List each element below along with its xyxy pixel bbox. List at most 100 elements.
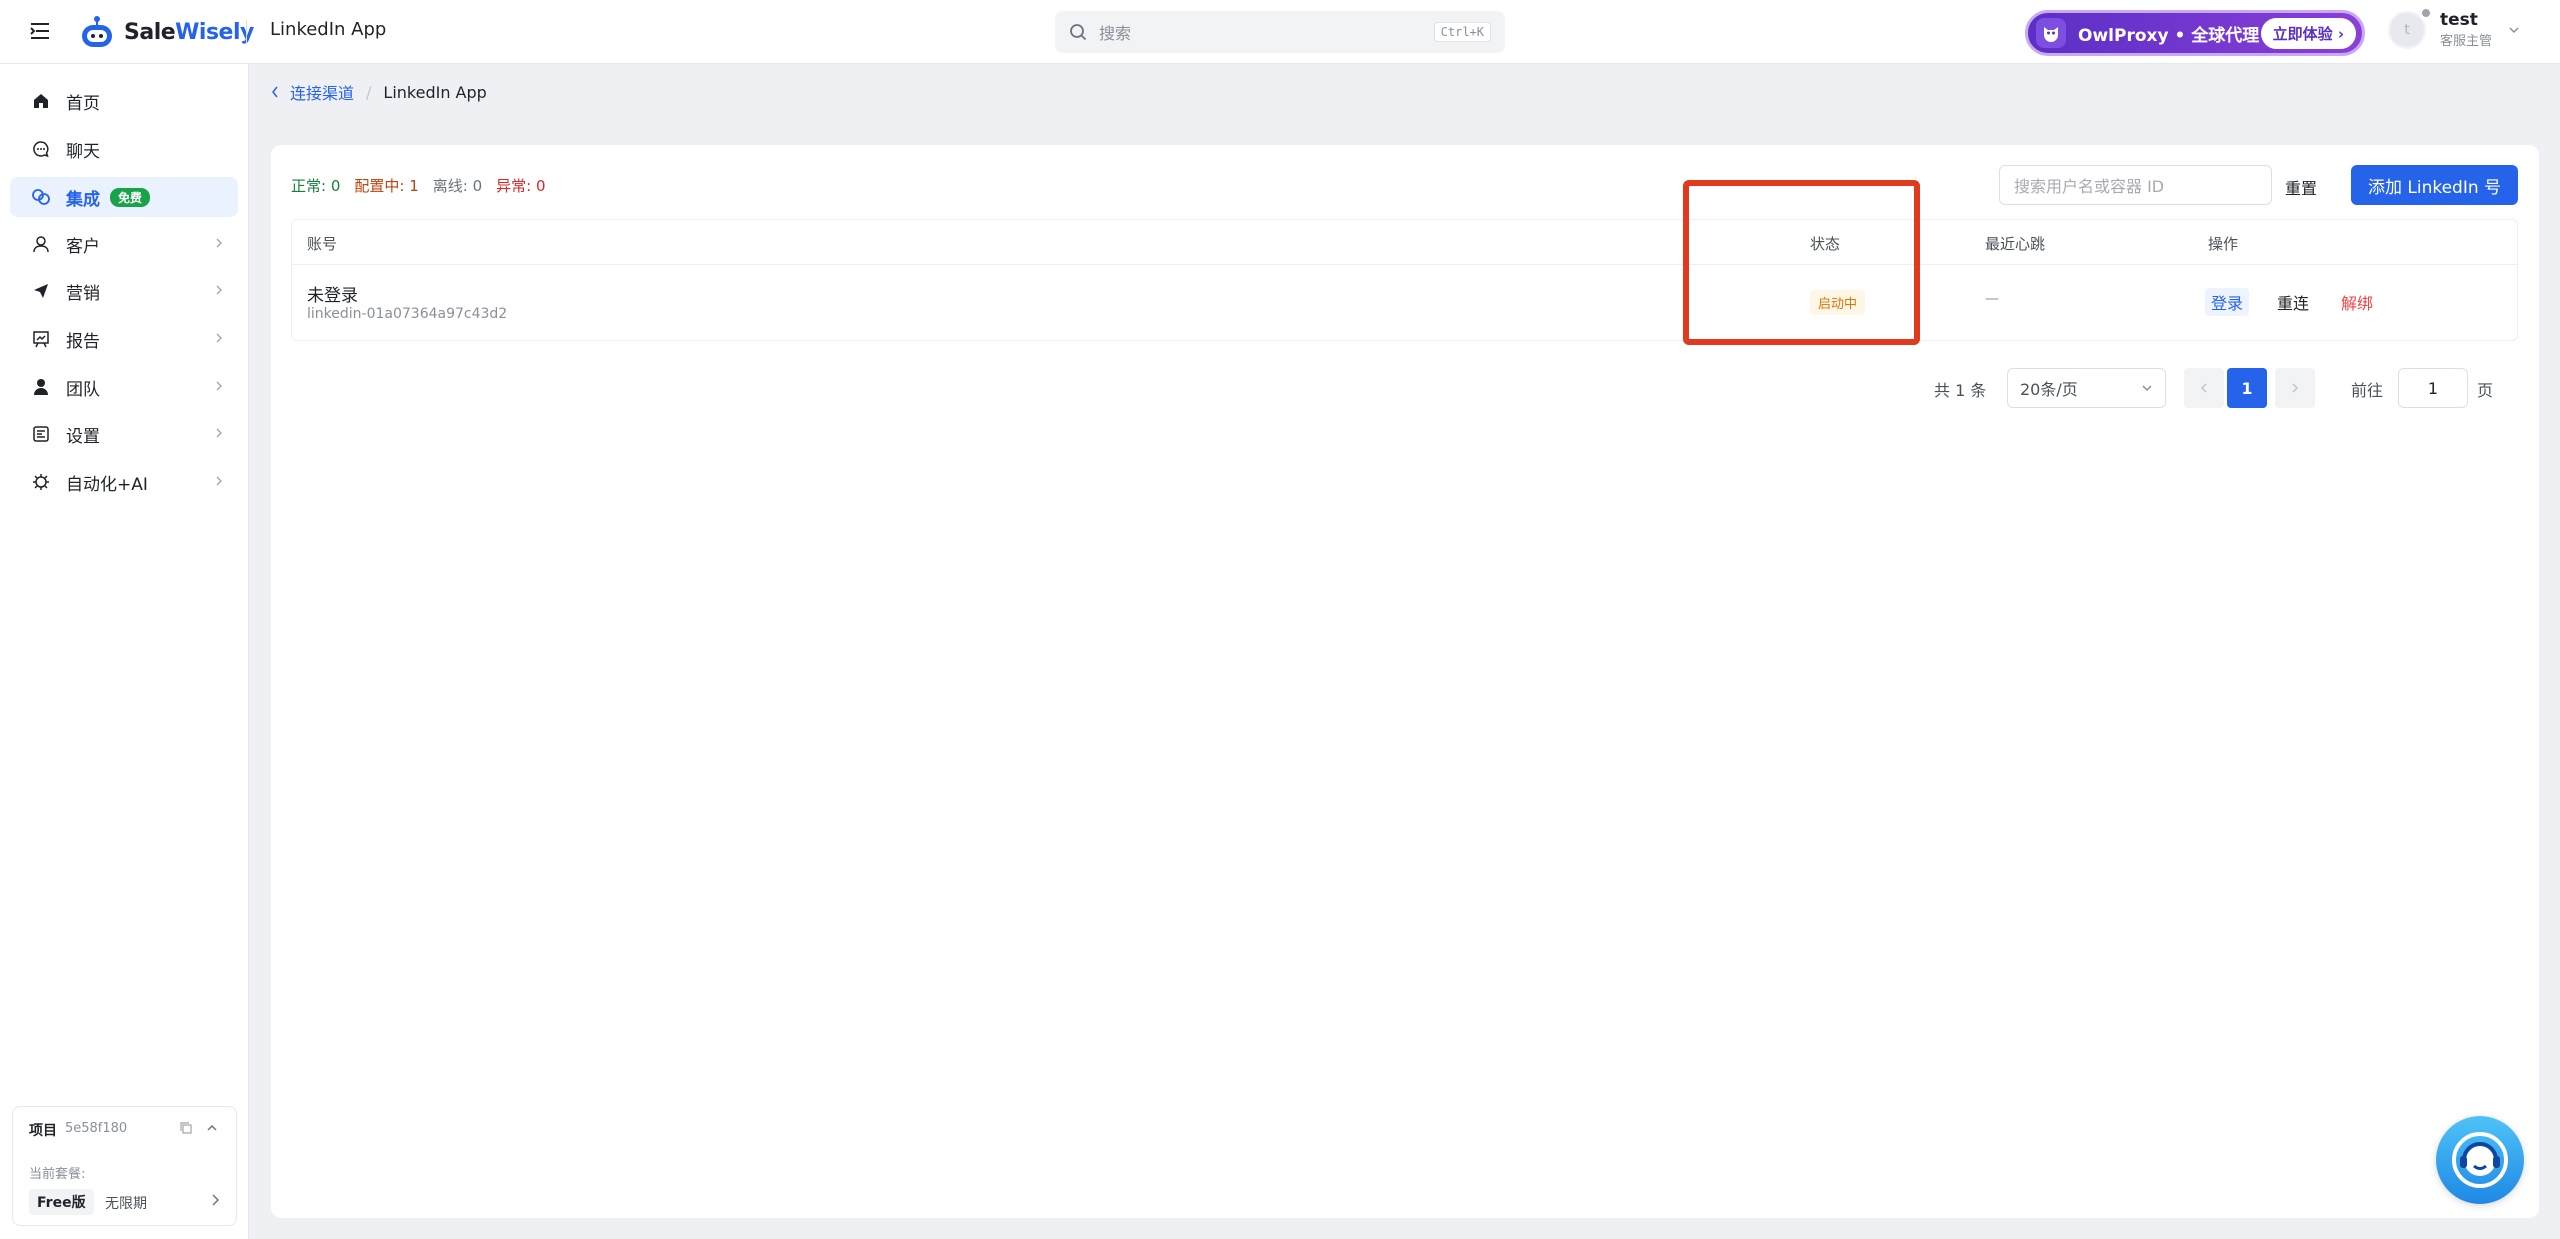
copy-icon[interactable] [179,1121,193,1135]
sidebar-item-label: 聊天 [66,141,100,162]
user-menu[interactable]: t test 客服主管 [2388,8,2520,49]
team-icon [30,376,52,398]
chevron-left-icon[interactable] [270,85,280,99]
free-badge: 免费 [110,187,151,207]
chevron-down-icon [2142,385,2152,392]
sidebar-item-settings[interactable]: 设置 [10,414,238,454]
menu-toggle-icon[interactable] [29,20,51,42]
sidebar-item-label: 设置 [66,426,100,447]
breadcrumb-separator: / [366,82,372,102]
stat-configuring: 配置中: 1 [354,177,419,195]
stat-error: 异常: 0 [496,177,546,195]
chevron-right-icon [2292,383,2299,393]
integration-icon [30,186,52,208]
chevron-right-icon [216,381,222,391]
breadcrumb-current: LinkedIn App [383,82,487,102]
headset-icon [2452,1132,2508,1188]
sidebar-item-customers[interactable]: 客户 [10,224,238,264]
chevron-left-icon [2200,383,2207,393]
page-size-select[interactable]: 20条/页 [2007,368,2166,408]
chevron-up-icon[interactable] [205,1121,219,1135]
brand-name: SaleWisely [124,19,254,45]
user-icon [30,233,52,255]
chip-icon [30,471,52,493]
sidebar-item-chat[interactable]: 聊天 [10,129,238,169]
owl-icon [2036,18,2066,48]
chevron-right-icon [216,285,222,295]
chevron-right-icon[interactable] [209,1193,221,1207]
unbind-button[interactable]: 解绑 [2341,290,2373,314]
brand-logo[interactable]: SaleWisely [78,14,254,50]
stat-offline: 离线: 0 [432,177,483,195]
chat-icon [30,138,52,160]
report-icon [30,328,52,350]
user-role: 客服主管 [2440,34,2493,49]
sidebar-item-label: 报告 [66,331,100,352]
status-dot [2422,8,2430,17]
chevron-right-icon [216,333,222,343]
sidebar-item-automation[interactable]: 自动化+AI [10,462,238,502]
next-page-button[interactable] [2275,368,2315,408]
breadcrumb: 连接渠道 / LinkedIn App [270,80,487,104]
sidebar-item-label: 集成 [66,189,100,210]
global-search[interactable]: 搜索 Ctrl+K [1055,11,1505,53]
table-header: 账号 状态 最近心跳 操作 [292,220,2517,265]
total-count: 共 1 条 [1934,381,1987,400]
sidebar-item-home[interactable]: 首页 [10,81,238,121]
breadcrumb-link[interactable]: 连接渠道 [290,80,354,104]
goto-label: 前往 [2351,381,2384,400]
sidebar: 首页 聊天 集成 免费 客户 营销 报告 团队 设置 自动化+AI 项目 5e5… [0,64,249,1239]
sidebar-item-reports[interactable]: 报告 [10,319,238,359]
promo-text: OwlProxy • 全球代理 [2078,25,2260,46]
sidebar-item-marketing[interactable]: 营销 [10,271,238,311]
chevron-right-icon [216,238,222,248]
status-summary: 正常: 0 配置中: 1 离线: 0 异常: 0 [291,175,546,196]
plan-term: 无限期 [105,1196,147,1212]
table-row: 未登录 linkedin-01a07364a97c43d2 启动中 — 登录 重… [292,265,2517,341]
search-icon [1070,24,1087,41]
settings-icon [30,423,52,445]
send-icon [30,280,52,302]
reconnect-button[interactable]: 重连 [2277,290,2309,314]
account-id: linkedin-01a07364a97c43d2 [307,306,508,322]
column-header: 账号 [307,235,338,253]
sidebar-item-team[interactable]: 团队 [10,367,238,407]
prev-page-button[interactable] [2184,368,2224,408]
login-button[interactable]: 登录 [2205,288,2250,316]
user-info: test 客服主管 [2440,10,2492,49]
project-title: 项目 [29,1123,57,1139]
chevron-right-icon [216,428,222,438]
sidebar-item-label: 自动化+AI [66,474,148,495]
page-number[interactable]: 1 [2227,368,2267,408]
page-suffix: 页 [2477,381,2494,400]
column-header: 最近心跳 [1985,235,2046,253]
chevron-right-icon [216,476,222,486]
owlproxy-promo-banner[interactable]: OwlProxy • 全球代理 立即体验 › [2025,10,2365,56]
annotation-highlight-box [1683,180,1920,345]
sidebar-item-label: 首页 [66,93,100,114]
plan-name: Free版 [29,1189,94,1215]
promo-try-button[interactable]: 立即体验 › [2260,17,2356,49]
avatar[interactable]: t [2388,8,2430,49]
top-header: SaleWisely LinkedIn App 搜索 Ctrl+K OwlPro… [0,0,2560,64]
user-name: test [2440,10,2478,30]
main-card: 正常: 0 配置中: 1 离线: 0 异常: 0 搜索用户名或容器 ID 重置 … [271,145,2539,1218]
home-icon [30,90,52,112]
support-chat-button[interactable] [2436,1116,2524,1204]
goto-page-input[interactable]: 1 [2398,368,2468,408]
plan-label: 当前套餐: [29,1167,86,1182]
add-linkedin-button[interactable]: 添加 LinkedIn 号 [2351,165,2518,205]
sidebar-item-label: 客户 [66,236,100,257]
search-placeholder: 搜索 [1099,24,1132,43]
robot-logo-icon [82,16,112,47]
sidebar-item-label: 团队 [66,379,100,400]
accounts-table: 账号 状态 最近心跳 操作 未登录 linkedin-01a07364a97c4… [291,219,2518,341]
sidebar-item-integration[interactable]: 集成 免费 [10,177,238,217]
header-divider [246,20,247,44]
stat-normal: 正常: 0 [291,177,341,195]
account-search-input[interactable]: 搜索用户名或容器 ID [1999,165,2272,205]
chevron-down-icon[interactable] [2508,24,2520,36]
reset-button[interactable]: 重置 [2285,175,2317,199]
column-header: 操作 [2208,235,2239,253]
app-title: LinkedIn App [270,19,387,40]
